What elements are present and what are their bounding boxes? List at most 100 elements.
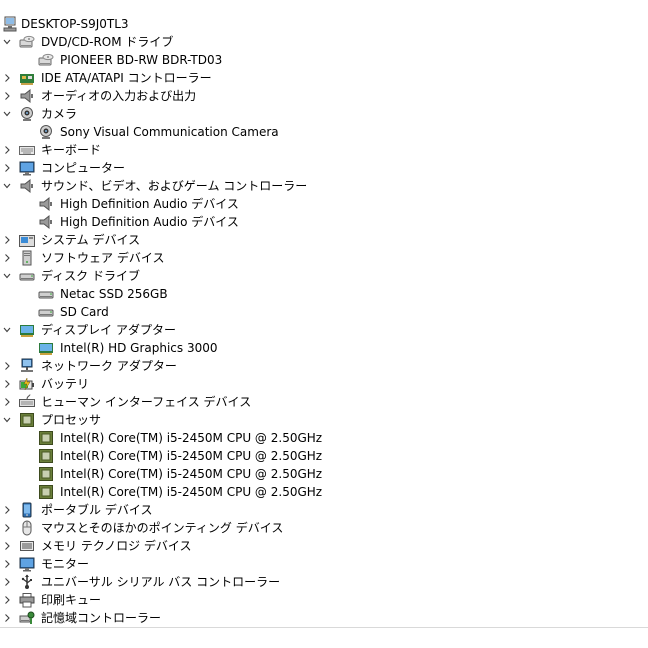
device-label: マウスとそのほかのポインティング デバイス (41, 521, 284, 535)
battery-icon (19, 377, 34, 391)
device-label: モニター (41, 557, 90, 571)
device-category[interactable]: 記憶域コントローラー (0, 609, 648, 627)
device-category[interactable]: ディスク ドライブ (0, 267, 648, 285)
chevron-right-icon[interactable] (3, 362, 11, 370)
disk-drive-icon (38, 291, 54, 299)
printer-icon (19, 593, 35, 608)
monitor-icon (19, 161, 35, 176)
device-label: システム デバイス (41, 233, 141, 247)
device-category[interactable]: マウスとそのほかのポインティング デバイス (0, 519, 648, 537)
disk-drive-icon (38, 309, 54, 317)
device-item[interactable]: PIONEER BD-RW BDR-TD03 (0, 51, 648, 69)
chevron-right-icon[interactable] (3, 542, 11, 550)
device-label: Intel(R) Core(TM) i5-2450M CPU @ 2.50GHz (60, 431, 323, 445)
device-category[interactable]: ネットワーク アダプター (0, 357, 648, 375)
chevron-right-icon[interactable] (3, 596, 11, 604)
device-label: キーボード (41, 143, 102, 157)
chevron-right-icon[interactable] (3, 254, 11, 262)
processor-icon (39, 449, 53, 463)
chevron-down-icon[interactable] (3, 326, 11, 334)
dvd-drive-icon (38, 53, 54, 66)
device-category[interactable]: 印刷キュー (0, 591, 648, 609)
device-category[interactable]: カメラ (0, 105, 648, 123)
chevron-right-icon[interactable] (3, 524, 11, 532)
device-category[interactable]: バッテリ (0, 375, 648, 393)
device-label: バッテリ (41, 377, 90, 391)
chevron-down-icon[interactable] (3, 416, 11, 424)
storage-controller-icon (19, 611, 35, 624)
device-item[interactable]: Intel(R) HD Graphics 3000 (0, 339, 648, 357)
device-label: High Definition Audio デバイス (60, 197, 239, 211)
chevron-right-icon[interactable] (3, 74, 11, 82)
chevron-right-icon[interactable] (3, 236, 11, 244)
portable-device-icon (22, 502, 32, 518)
device-label: SD Card (60, 305, 109, 319)
device-label: Sony Visual Communication Camera (60, 125, 279, 139)
root-label: DESKTOP-S9J0TL3 (21, 17, 129, 31)
bottom-divider (0, 627, 648, 628)
device-label: 記憶域コントローラー (41, 611, 162, 625)
device-label: メモリ テクノロジ デバイス (41, 539, 192, 553)
device-category[interactable]: ソフトウェア デバイス (0, 249, 648, 267)
display-adapter-icon (20, 325, 34, 337)
device-category[interactable]: メモリ テクノロジ デバイス (0, 537, 648, 555)
device-item[interactable]: High Definition Audio デバイス (0, 213, 648, 231)
device-label: Intel(R) Core(TM) i5-2450M CPU @ 2.50GHz (60, 449, 323, 463)
chevron-right-icon[interactable] (3, 614, 11, 622)
chevron-right-icon[interactable] (3, 146, 11, 154)
chevron-right-icon[interactable] (3, 92, 11, 100)
device-label: ディスク ドライブ (41, 269, 140, 283)
camera-icon (21, 107, 33, 121)
chevron-right-icon[interactable] (3, 506, 11, 514)
system-device-icon (19, 235, 35, 247)
device-item[interactable]: Intel(R) Core(TM) i5-2450M CPU @ 2.50GHz (0, 483, 648, 501)
device-item[interactable]: Sony Visual Communication Camera (0, 123, 648, 141)
processor-icon (39, 431, 53, 445)
device-label: オーディオの入力および出力 (41, 89, 197, 103)
device-item[interactable]: High Definition Audio デバイス (0, 195, 648, 213)
device-item[interactable]: Intel(R) Core(TM) i5-2450M CPU @ 2.50GHz (0, 465, 648, 483)
chevron-right-icon[interactable] (3, 398, 11, 406)
speaker-icon (20, 178, 33, 194)
device-label: Netac SSD 256GB (60, 287, 168, 301)
device-category[interactable]: サウンド、ビデオ、およびゲーム コントローラー (0, 177, 648, 195)
mouse-icon (22, 520, 32, 536)
device-label: ソフトウェア デバイス (41, 251, 165, 265)
chevron-down-icon[interactable] (3, 38, 11, 46)
device-category[interactable]: ユニバーサル シリアル バス コントローラー (0, 573, 648, 591)
ide-controller-icon (20, 74, 34, 85)
device-item[interactable]: Intel(R) Core(TM) i5-2450M CPU @ 2.50GHz (0, 447, 648, 465)
device-label: カメラ (41, 107, 78, 121)
device-item[interactable]: Intel(R) Core(TM) i5-2450M CPU @ 2.50GHz (0, 429, 648, 447)
device-category[interactable]: システム デバイス (0, 231, 648, 249)
device-category[interactable]: ディスプレイ アダプター (0, 321, 648, 339)
device-item[interactable]: Netac SSD 256GB (0, 285, 648, 303)
device-label: ユニバーサル シリアル バス コントローラー (41, 575, 281, 589)
chevron-down-icon[interactable] (3, 110, 11, 118)
camera-icon (40, 125, 52, 139)
device-category[interactable]: オーディオの入力および出力 (0, 87, 648, 105)
tree-root[interactable]: DESKTOP-S9J0TL3 (0, 15, 648, 33)
chevron-right-icon[interactable] (3, 578, 11, 586)
device-category[interactable]: ポータブル デバイス (0, 501, 648, 519)
chevron-right-icon[interactable] (3, 560, 11, 568)
disk-drive-icon (19, 273, 35, 281)
chevron-down-icon[interactable] (3, 182, 11, 190)
device-label: DVD/CD-ROM ドライブ (41, 35, 174, 49)
device-category[interactable]: コンピューター (0, 159, 648, 177)
device-item[interactable]: SD Card (0, 303, 648, 321)
device-category[interactable]: モニター (0, 555, 648, 573)
computer-icon (3, 16, 17, 32)
processor-icon (20, 413, 34, 427)
device-category[interactable]: IDE ATA/ATAPI コントローラー (0, 69, 648, 87)
device-category[interactable]: DVD/CD-ROM ドライブ (0, 33, 648, 51)
chevron-right-icon[interactable] (3, 380, 11, 388)
monitor-icon (19, 557, 35, 572)
processor-icon (39, 467, 53, 481)
chevron-down-icon[interactable] (3, 272, 11, 280)
chevron-right-icon[interactable] (3, 164, 11, 172)
device-category[interactable]: ヒューマン インターフェイス デバイス (0, 393, 648, 411)
device-label: ディスプレイ アダプター (41, 323, 176, 337)
device-category[interactable]: プロセッサ (0, 411, 648, 429)
device-category[interactable]: キーボード (0, 141, 648, 159)
